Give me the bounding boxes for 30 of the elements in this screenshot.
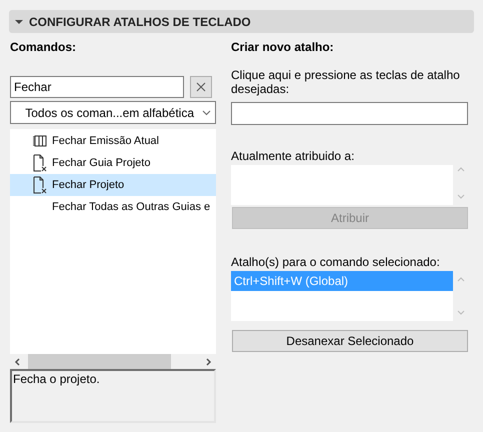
description-box: Fecha o projeto. [10, 369, 216, 423]
shortcut-input-field[interactable] [231, 102, 468, 125]
command-item[interactable]: Fechar Emissão Atual [10, 130, 216, 152]
command-item[interactable]: Fechar Todas as Outras Guias e [10, 196, 216, 218]
scrollbar-thumb[interactable] [28, 354, 171, 369]
command-item[interactable]: Fechar Guia Projeto [10, 152, 216, 174]
clear-button[interactable] [190, 76, 212, 98]
panel-title: CONFIGURAR ATALHOS DE TECLADO [29, 14, 251, 30]
scroll-right-icon[interactable] [206, 358, 212, 366]
scroll-down-icon[interactable] [456, 310, 464, 315]
scroll-up-icon[interactable] [456, 167, 464, 172]
document-close-icon [33, 176, 47, 194]
command-item[interactable]: Fechar Projeto [10, 174, 216, 196]
detach-button[interactable]: Desanexar Selecionado [232, 330, 468, 352]
field-label: Atualmente atribuido a: [231, 149, 356, 163]
scroll-down-icon[interactable] [456, 194, 464, 199]
field-label: Atalho(s) para o comando selecionado: [231, 255, 441, 269]
document-close-icon [33, 154, 47, 172]
scroll-left-icon[interactable] [14, 358, 20, 366]
section-label: Comandos: [10, 39, 77, 56]
panel-header[interactable]: CONFIGURAR ATALHOS DE TECLADO [9, 10, 474, 33]
columns-icon [32, 135, 47, 147]
search-field[interactable]: Fechar [10, 76, 184, 98]
scroll-up-icon[interactable] [456, 277, 464, 282]
chevron-down-icon [202, 110, 211, 116]
filter-dropdown[interactable]: Todos os coman...em alfabética [10, 101, 216, 124]
close-icon [196, 82, 206, 92]
section-label: Criar novo atalho: [231, 39, 335, 56]
hint-text: Clique aqui e pressione as teclas de atalho desejadas: [231, 68, 461, 96]
triangle-down-icon [15, 18, 23, 24]
